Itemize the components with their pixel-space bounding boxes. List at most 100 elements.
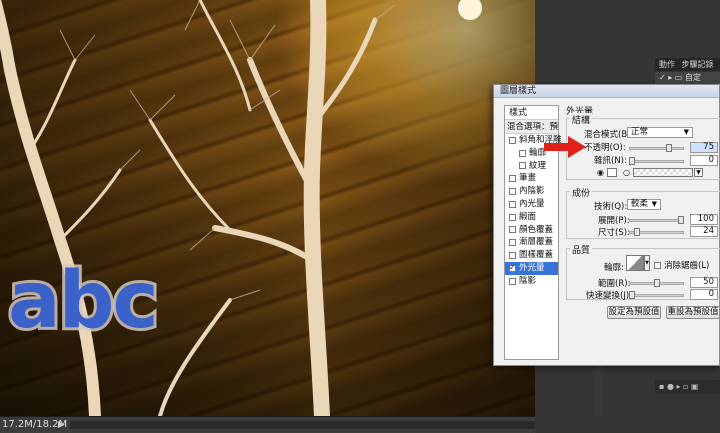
style-item-label: 緞面 xyxy=(519,211,537,222)
gradient-dropdown-icon[interactable]: ▼ xyxy=(694,168,703,177)
make-default-button[interactable]: 設定為預設值 xyxy=(607,306,661,319)
range-label: 範圍(R): xyxy=(598,279,631,289)
style-item-label: 筆畫 xyxy=(519,173,537,184)
tab-actions[interactable]: 動作 xyxy=(659,60,675,69)
style-list-header[interactable]: 樣式 xyxy=(505,106,558,120)
style-item-checkbox[interactable] xyxy=(509,239,516,247)
jitter-input[interactable]: 0 xyxy=(690,289,718,300)
style-item-label: 內光暈 xyxy=(519,198,545,209)
style-item-label: 圖樣覆蓋 xyxy=(519,250,554,261)
style-item[interactable]: 紋理 xyxy=(505,160,558,173)
style-item[interactable]: 顏色覆蓋 xyxy=(505,224,558,237)
style-item[interactable]: 漸層覆蓋 xyxy=(505,236,558,249)
size-label: 尺寸(S): xyxy=(598,228,630,238)
style-item[interactable]: 內陰影 xyxy=(505,185,558,198)
antialias-label: 消除鋸齒(L) xyxy=(664,261,710,271)
contour-dropdown-icon[interactable]: ▼ xyxy=(644,255,650,271)
style-item[interactable]: 圖樣覆蓋 xyxy=(505,249,558,262)
opacity-input[interactable]: 75 xyxy=(690,142,718,153)
panel-scrollbar[interactable] xyxy=(595,360,603,416)
contour-preview[interactable] xyxy=(626,255,644,271)
structure-title: 結構 xyxy=(570,113,593,126)
noise-slider[interactable] xyxy=(629,157,684,165)
blend-options-item[interactable]: 混合選項：預設 xyxy=(505,120,558,134)
spread-slider-thumb[interactable] xyxy=(678,216,684,224)
style-item[interactable]: 內光暈 xyxy=(505,198,558,211)
style-item-checkbox[interactable] xyxy=(509,175,516,183)
tree-branches-image xyxy=(0,0,482,416)
noise-input[interactable]: 0 xyxy=(690,155,718,166)
style-item-checkbox[interactable] xyxy=(509,262,516,275)
style-item[interactable]: 外光暈 xyxy=(505,262,558,275)
glow-color-swatch[interactable] xyxy=(607,168,617,177)
style-item-label: 內陰影 xyxy=(519,186,545,197)
document-canvas[interactable]: abc xyxy=(0,0,535,416)
opacity-label: 不透明(O): xyxy=(584,143,626,153)
style-item-label: 顏色覆蓋 xyxy=(519,224,554,235)
reset-default-button[interactable]: 重設為預設值 xyxy=(666,306,720,319)
size-input[interactable]: 24 xyxy=(690,226,718,237)
horizontal-scrollbar[interactable] xyxy=(70,421,600,429)
tab-history[interactable]: 步驟記錄 xyxy=(682,60,714,69)
checkmark-icon: ✓ ▸ ▭ xyxy=(659,73,685,82)
style-item-checkbox[interactable] xyxy=(509,226,516,234)
action-set-row[interactable]: ✓ ▸ ▭ 自定 xyxy=(655,72,720,84)
noise-slider-thumb[interactable] xyxy=(629,157,635,165)
style-item-checkbox[interactable] xyxy=(519,162,526,170)
gradient-radio[interactable]: ○ xyxy=(623,168,630,177)
spread-label: 展開(P): xyxy=(598,216,630,226)
noise-label: 雜訊(N): xyxy=(594,156,627,166)
blend-mode-dropdown[interactable]: 正常 ▼ xyxy=(627,127,693,138)
style-item-checkbox[interactable] xyxy=(509,188,516,196)
style-item-checkbox[interactable] xyxy=(509,277,516,285)
status-menu-arrow-icon[interactable]: ▶ xyxy=(58,417,65,433)
opacity-slider-thumb[interactable] xyxy=(665,144,672,152)
lamp-highlight xyxy=(458,0,482,20)
jitter-slider[interactable] xyxy=(629,291,684,299)
size-slider-thumb[interactable] xyxy=(633,228,640,236)
blend-mode-value: 正常 xyxy=(631,127,649,137)
red-arrow-icon xyxy=(544,136,586,158)
style-item-checkbox[interactable] xyxy=(509,200,516,208)
range-input[interactable]: 50 xyxy=(690,277,718,288)
style-item[interactable]: 筆畫 xyxy=(505,172,558,185)
antialias-checkbox-box[interactable] xyxy=(654,261,661,269)
size-slider[interactable] xyxy=(629,228,684,236)
panel-footer-icons: ▪ ● ▸ ▫ ▣ xyxy=(655,380,720,394)
dialog-title: 圖層樣式 xyxy=(494,85,719,98)
technique-label: 技術(Q): xyxy=(594,202,628,212)
style-item[interactable]: 緞面 xyxy=(505,211,558,224)
jitter-slider-thumb[interactable] xyxy=(629,291,635,299)
technique-value: 較柔 xyxy=(631,199,649,209)
solid-color-radio[interactable]: ◉ xyxy=(597,168,604,177)
style-item-checkbox[interactable] xyxy=(509,252,516,260)
chevron-down-icon: ▼ xyxy=(683,128,689,136)
photoshop-window: abc 17.2M/18.2M ▶ 動作 步驟記錄 ✓ ▸ ▭ 自定 ▪ ● ▸… xyxy=(0,0,720,433)
action-set-label: 自定 xyxy=(684,73,701,82)
range-slider[interactable] xyxy=(629,279,684,287)
quality-title: 品質 xyxy=(570,243,593,256)
panel-tabs: 動作 步驟記錄 xyxy=(655,58,720,71)
style-item-label: 漸層覆蓋 xyxy=(519,237,554,248)
layer-style-dialog: 圖層樣式 樣式 混合選項：預設 斜角和浮雕輪廓紋理筆畫內陰影內光暈緞面顏色覆蓋漸… xyxy=(493,84,720,366)
spread-input[interactable]: 100 xyxy=(690,214,718,225)
technique-dropdown[interactable]: 較柔 ▼ xyxy=(627,199,661,210)
antialias-checkbox[interactable]: 消除鋸齒(L) xyxy=(654,259,709,271)
blend-mode-label: 混合模式(B): xyxy=(584,130,634,140)
style-item[interactable]: 陰影 xyxy=(505,275,558,288)
abc-text-layer[interactable]: abc xyxy=(5,259,162,343)
style-item-checkbox[interactable] xyxy=(519,149,526,157)
contour-label: 輪廓: xyxy=(604,263,624,273)
style-item-label: 陰影 xyxy=(519,275,537,286)
opacity-slider[interactable] xyxy=(629,144,684,152)
jitter-label: 快速變換(J): xyxy=(586,291,633,301)
chevron-down-icon: ▼ xyxy=(651,200,657,208)
status-bar: 17.2M/18.2M ▶ xyxy=(0,416,600,433)
style-item-checkbox[interactable] xyxy=(509,136,516,144)
elements-title: 成份 xyxy=(570,186,593,199)
style-item-label: 紋理 xyxy=(529,160,547,171)
glow-gradient-picker[interactable] xyxy=(633,168,693,177)
spread-slider[interactable] xyxy=(629,216,684,224)
style-item-checkbox[interactable] xyxy=(509,213,516,221)
range-slider-thumb[interactable] xyxy=(653,279,660,287)
